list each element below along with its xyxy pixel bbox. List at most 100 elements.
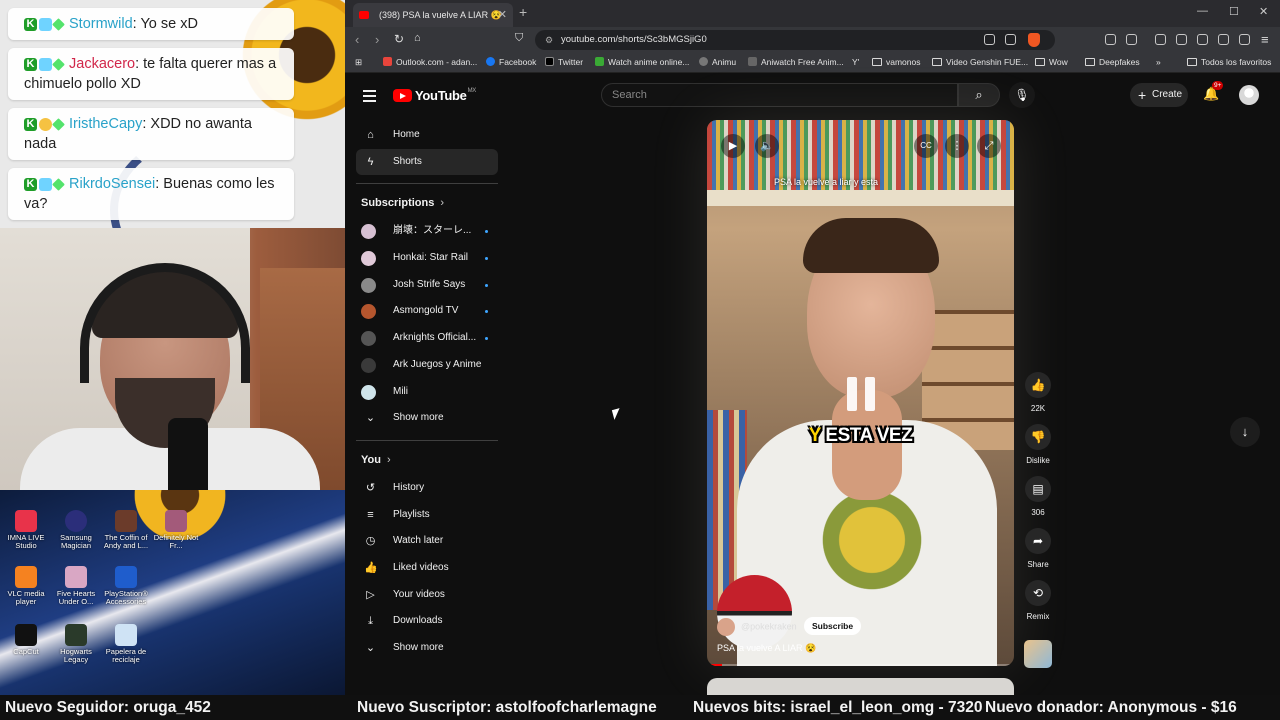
sidebar-item-subscription[interactable]: Honkai: Star Rail [356, 245, 498, 272]
next-video-button[interactable]: ↓ [1230, 417, 1260, 447]
new-content-dot [485, 310, 488, 314]
desktop-icon[interactable]: VLC media player [0, 566, 52, 606]
bookmark-item[interactable]: Animu [699, 57, 736, 67]
desktop-icon[interactable]: Hogwarts Legacy [50, 624, 102, 664]
channel-name: Josh Strife Says [393, 278, 466, 290]
sidebar-item-subscription[interactable]: Ark Juegos y Anime [356, 352, 498, 379]
video-progress-bar[interactable] [707, 664, 1014, 666]
desktop-icon[interactable]: Samsung Magician [50, 510, 102, 550]
bookmark-folder[interactable]: Wow [1035, 57, 1068, 67]
captions-icon[interactable]: CC [914, 134, 938, 158]
sidebar-item-subscription[interactable]: Asmongold TV [356, 298, 498, 325]
sidebar-item-home[interactable]: ⌂ Home [356, 122, 498, 149]
fullscreen-icon[interactable]: ⤢ [977, 134, 1001, 158]
sidebar-item-playlists[interactable]: ≡ Playlists [356, 502, 498, 529]
extension-icon[interactable] [1105, 34, 1116, 45]
sidebar-item-history[interactable]: ↺ History [356, 475, 498, 502]
desktop-icon[interactable]: Papelera de reciclaje [100, 624, 152, 664]
desktop-icon[interactable]: PlayStation® Accessories [100, 566, 152, 606]
sidebar-icon[interactable] [1176, 34, 1187, 45]
bookmark-folder[interactable]: vamonos [872, 57, 921, 67]
desktop-icon[interactable]: The Coffin of Andy and L... [100, 510, 152, 550]
like-button[interactable]: 👍 22K [1025, 372, 1051, 413]
extension-icon[interactable] [1197, 34, 1208, 45]
sidebar-item-label: Liked videos [393, 561, 449, 573]
pause-icon[interactable] [847, 377, 875, 411]
volume-icon[interactable]: 🔈 [755, 134, 779, 158]
bookmark-icon[interactable]: ⛉ [515, 32, 523, 45]
channel-link[interactable]: @pokekraken [717, 618, 797, 636]
new-tab-icon[interactable]: + [519, 4, 527, 20]
desktop-icon[interactable]: CapCut [0, 624, 52, 656]
shorts-player[interactable]: ▶ 🔈 CC ⋮ ⤢ PSA la vuelve a liar y esta Y… [707, 120, 1014, 666]
extension-icon[interactable] [1239, 34, 1250, 45]
desktop-icon[interactable]: IMNA LIVE Studio [0, 510, 52, 550]
you-heading[interactable]: You › [356, 445, 498, 475]
bookmark-item[interactable]: Watch anime online... [595, 57, 689, 67]
show-more-you[interactable]: ⌄ Show more [356, 635, 498, 662]
audio-source-thumbnail[interactable] [1024, 640, 1052, 668]
brave-shield-icon[interactable] [1028, 33, 1040, 47]
subscribe-button[interactable]: Subscribe [804, 617, 862, 635]
share-icon[interactable] [1005, 34, 1016, 45]
address-bar[interactable]: ⚙ youtube.com/shorts/Sc3bMGSjiG0 [535, 30, 1055, 50]
close-window-icon[interactable]: ✕ [1259, 5, 1268, 18]
sidebar-item-watch-later[interactable]: ◷ Watch later [356, 528, 498, 555]
voice-search-button[interactable]: 🎙 [1009, 82, 1035, 108]
browser-tab[interactable]: (398) PSA la vuelve A LIAR 😵 ✕ [353, 3, 513, 27]
more-bookmarks-icon[interactable]: » [1156, 57, 1161, 67]
sidebar-item-your-videos[interactable]: ▷ Your videos [356, 582, 498, 609]
dislike-button[interactable]: 👎 Dislike [1025, 424, 1051, 465]
bookmark-item[interactable]: Facebook [486, 57, 536, 67]
extension-icon[interactable] [1126, 34, 1137, 45]
minimize-icon[interactable]: — [1197, 5, 1208, 17]
forward-icon[interactable]: › [375, 32, 379, 47]
back-icon[interactable]: ‹ [355, 32, 359, 47]
home-icon[interactable]: ⌂ [414, 32, 421, 44]
more-options-icon[interactable]: ⋮ [945, 134, 969, 158]
account-avatar[interactable] [1239, 85, 1259, 105]
search-input[interactable]: Search [601, 83, 958, 107]
chat-text: : Yo se xD [132, 16, 198, 32]
bookmark-folder[interactable]: Video Genshin FUE... [932, 57, 1028, 67]
play-icon[interactable]: ▶ [721, 134, 745, 158]
apps-icon[interactable]: ⊞ [355, 57, 362, 68]
sidebar-item-liked-videos[interactable]: 👍 Liked videos [356, 555, 498, 582]
music-icon[interactable] [1155, 34, 1166, 45]
bookmark-folder[interactable]: Deepfakes [1085, 57, 1140, 67]
create-button[interactable]: + Create [1130, 83, 1188, 107]
subscriptions-heading[interactable]: Subscriptions › [356, 188, 498, 218]
search-button[interactable]: ⌕ [958, 83, 1000, 107]
sidebar-item-subscription[interactable]: Arknights Official... [356, 325, 498, 352]
reload-icon[interactable]: ↻ [394, 32, 404, 46]
bookmark-item[interactable]: Twitter [545, 57, 583, 67]
cast-icon[interactable] [984, 34, 995, 45]
bookmark-item[interactable]: Outlook.com - adan... [383, 57, 477, 67]
bookmark-item[interactable]: Aniwatch Free Anim... [748, 57, 844, 67]
sidebar-item-subscription[interactable]: 崩壊：スターレ... [356, 218, 498, 245]
site-info-icon[interactable]: ⚙ [545, 30, 553, 50]
youtube-logo[interactable]: YouTubeMX [393, 88, 476, 103]
sidebar-item-subscription[interactable]: Mili [356, 379, 498, 406]
wallet-icon[interactable] [1218, 34, 1229, 45]
show-more-subscriptions[interactable]: ⌄ Show more [356, 405, 498, 432]
notifications-button[interactable]: 🔔 9+ [1203, 81, 1224, 102]
desktop-icon[interactable]: Definitely Not Fr... [150, 510, 202, 550]
sidebar-item-label: History [393, 481, 425, 493]
share-button[interactable]: ➦ Share [1025, 528, 1051, 569]
maximize-icon[interactable]: ☐ [1229, 5, 1239, 18]
menu-icon[interactable]: ≡ [1261, 32, 1269, 47]
close-tab-icon[interactable]: ✕ [498, 3, 507, 27]
bookmark-item[interactable]: Y' [852, 57, 859, 67]
comments-button[interactable]: ▤ 306 [1025, 476, 1051, 517]
hamburger-menu-icon[interactable] [363, 90, 376, 105]
sidebar-item-subscription[interactable]: Josh Strife Says [356, 272, 498, 299]
bookmark-label: Animu [712, 57, 737, 67]
remix-button[interactable]: ⟲ Remix [1025, 580, 1051, 621]
desktop-icon[interactable]: Five Hearts Under O... [50, 566, 102, 606]
sidebar-item-shorts[interactable]: ϟ Shorts [356, 148, 498, 176]
channel-avatar [361, 357, 376, 373]
sidebar-item-downloads[interactable]: ⤓ Downloads [356, 608, 498, 635]
folder-icon [872, 58, 882, 66]
bookmark-folder[interactable]: Todos los favoritos [1187, 57, 1271, 67]
